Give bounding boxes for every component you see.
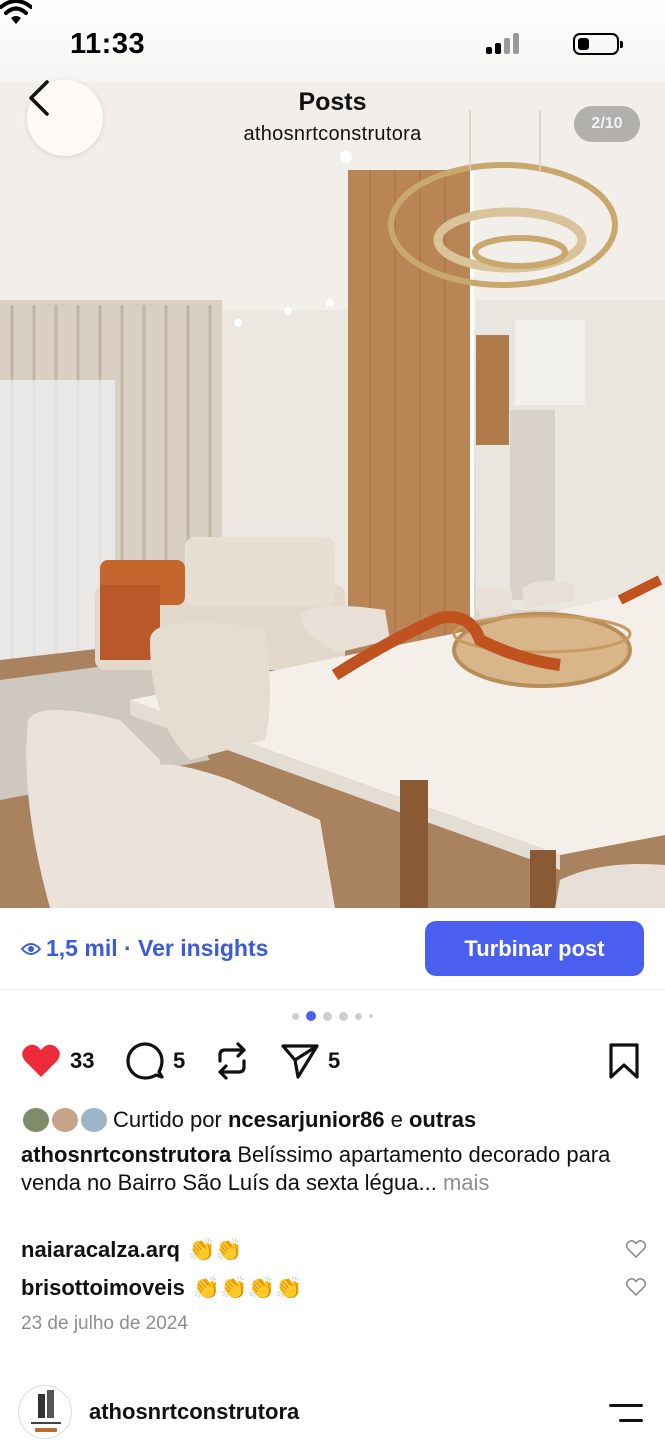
liked-by-others[interactable]: outras: [409, 1107, 476, 1133]
comment-icon[interactable]: [126, 1042, 164, 1080]
carousel-dot: [369, 1014, 373, 1018]
carousel-dot: [323, 1011, 332, 1021]
action-row: 33 5 5: [0, 1038, 665, 1084]
liked-by-joiner: e: [390, 1107, 403, 1132]
comment-like-icon[interactable]: [626, 1278, 646, 1296]
liked-by-user[interactable]: ncesarjunior86: [228, 1107, 385, 1133]
comment-action[interactable]: 5: [126, 1038, 185, 1084]
carousel-dots: [0, 1010, 665, 1022]
avatar: [79, 1106, 109, 1134]
post-caption: athosnrtconstrutora Belíssimo apartament…: [21, 1141, 646, 1197]
like-count: 33: [70, 1048, 95, 1073]
carousel-counter: 2/10: [574, 106, 640, 142]
account-subtitle[interactable]: athosnrtconstrutora: [0, 123, 665, 146]
share-count: 5: [328, 1048, 341, 1073]
send-icon[interactable]: [281, 1042, 319, 1080]
heart-filled-icon[interactable]: [21, 1043, 61, 1079]
save-action[interactable]: [608, 1038, 640, 1084]
carousel-dot-active: [306, 1011, 316, 1021]
next-post-header: athosnrtconstrutora: [0, 1380, 665, 1440]
page-title: Posts: [298, 88, 367, 116]
comment-like-icon[interactable]: [626, 1240, 646, 1258]
comment-author[interactable]: brisottoimoveis: [21, 1275, 185, 1301]
next-post-account[interactable]: athosnrtconstrutora: [89, 1399, 299, 1425]
liked-by-row[interactable]: Curtido por ncesarjunior86 e outras: [21, 1106, 476, 1134]
avatar: [50, 1106, 80, 1134]
comment-row: brisottoimoveis 👏👏👏👏: [21, 1272, 646, 1304]
liked-by-prefix: Curtido por: [113, 1107, 222, 1132]
comment-author[interactable]: naiaracalza.arq: [21, 1237, 180, 1263]
comment-row: naiaracalza.arq 👏👏: [21, 1234, 646, 1266]
comment-count: 5: [173, 1048, 186, 1073]
comment-text: 👏👏: [187, 1237, 243, 1262]
caption-author[interactable]: athosnrtconstrutora: [21, 1142, 231, 1167]
like-action[interactable]: 33: [21, 1038, 94, 1084]
repost-icon[interactable]: [214, 1041, 250, 1081]
eye-icon: [21, 942, 41, 955]
repost-action[interactable]: [214, 1038, 250, 1084]
profile-avatar[interactable]: [18, 1385, 72, 1439]
insights-link[interactable]: 1,5 mil · Ver insights: [21, 935, 268, 962]
post-date: 23 de julho de 2024: [21, 1313, 188, 1334]
carousel-dot: [292, 1012, 299, 1020]
caption-more-link[interactable]: mais: [443, 1170, 489, 1195]
avatar: [21, 1106, 51, 1134]
wifi-icon: [0, 0, 32, 24]
cellular-signal-icon: [486, 32, 520, 54]
insights-bar: 1,5 mil · Ver insights Turbinar post: [0, 908, 665, 990]
boost-post-button[interactable]: Turbinar post: [425, 921, 644, 976]
battery-icon: [573, 33, 623, 55]
post-photo[interactable]: 11:33 Posts athosnrtconstrutora 2/10: [0, 0, 665, 908]
comment-text: 👏👏👏👏: [192, 1275, 303, 1300]
insights-label: 1,5 mil · Ver insights: [46, 935, 269, 961]
status-bar: 11:33: [0, 0, 665, 82]
brand-logo-icon: [31, 1390, 61, 1432]
share-action[interactable]: 5: [281, 1038, 340, 1084]
status-time: 11:33: [70, 28, 146, 60]
liker-avatars: [21, 1106, 109, 1134]
carousel-dot: [355, 1012, 362, 1020]
more-options-icon[interactable]: [609, 1404, 643, 1434]
carousel-dot: [339, 1011, 348, 1021]
bookmark-icon[interactable]: [608, 1043, 640, 1079]
